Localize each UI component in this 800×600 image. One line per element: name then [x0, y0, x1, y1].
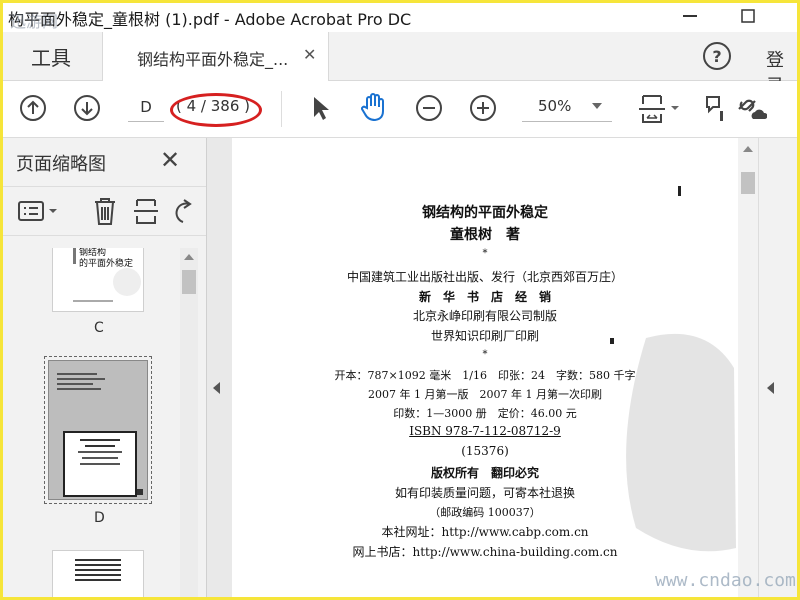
- screenshot-border: [0, 0, 800, 600]
